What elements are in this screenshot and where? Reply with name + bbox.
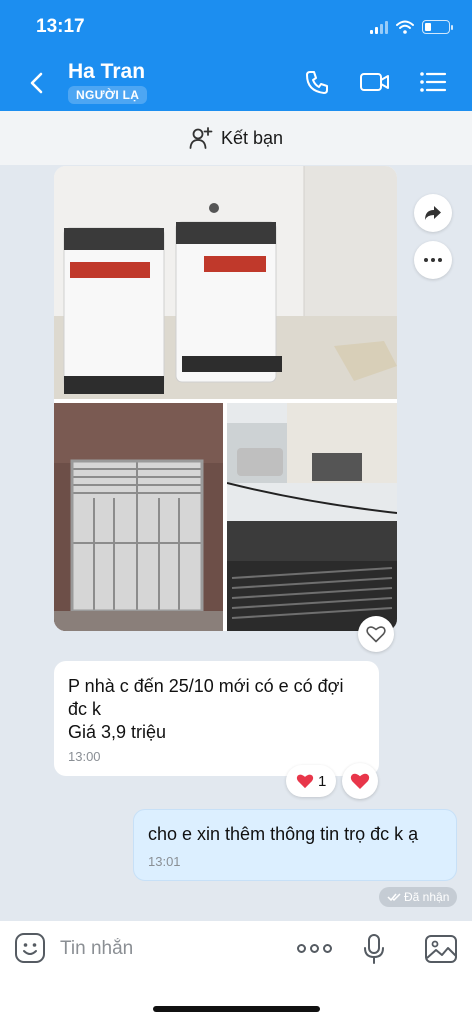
- forward-arrow-icon: [425, 206, 441, 220]
- more-dots-icon: [424, 258, 442, 262]
- image-gallery-icon[interactable]: [424, 934, 458, 964]
- cellular-signal-icon: [370, 20, 388, 34]
- add-friend-label: Kết bạn: [220, 127, 284, 148]
- double-check-icon: [387, 893, 401, 902]
- status-icons: [370, 20, 453, 34]
- add-friend-bar[interactable]: Kết bạn: [0, 111, 472, 165]
- message-text: cho e xin thêm thông tin trọ đc k ạ: [148, 824, 419, 844]
- reaction-count: 1: [318, 772, 327, 790]
- heart-outline-icon: [366, 626, 386, 643]
- home-indicator: [153, 1006, 320, 1012]
- image-gallery-message: [54, 166, 397, 631]
- add-friend-icon: [189, 127, 213, 149]
- outgoing-message[interactable]: cho e xin thêm thông tin trọ đc k ạ 13:0…: [133, 809, 457, 881]
- photo-gate[interactable]: [54, 403, 223, 631]
- heart-icon: [350, 773, 370, 789]
- message-composer: [0, 921, 472, 1022]
- status-time: 13:17: [36, 16, 85, 37]
- delivery-status-text: Đã nhận: [404, 890, 450, 904]
- back-icon[interactable]: [24, 70, 50, 96]
- message-text: P nhà c đến 25/10 mới có e có đợi đc k G…: [68, 676, 344, 742]
- wifi-icon: [396, 20, 414, 34]
- chat-header: 13:17 Ha Tran NGƯỜI LẠ: [0, 0, 472, 111]
- share-button[interactable]: [414, 194, 452, 232]
- video-icon: [360, 73, 389, 91]
- phone-icon: [306, 71, 328, 94]
- video-call-button[interactable]: [358, 67, 392, 97]
- react-heart-button[interactable]: [342, 763, 378, 799]
- reaction-summary[interactable]: 1: [286, 765, 337, 797]
- sticker-emoji-icon[interactable]: [13, 931, 47, 965]
- contact-name[interactable]: Ha Tran: [68, 60, 145, 84]
- photo-building[interactable]: [227, 403, 397, 631]
- menu-list-icon: [420, 72, 447, 92]
- delivery-status-badge: Đã nhận: [379, 887, 458, 907]
- more-options-button[interactable]: [414, 241, 452, 279]
- react-heart-button[interactable]: [358, 616, 394, 652]
- more-actions-button[interactable]: [294, 935, 334, 961]
- message-input[interactable]: [60, 936, 260, 962]
- message-time: 13:01: [148, 854, 181, 869]
- chat-menu-button[interactable]: [416, 67, 450, 97]
- stranger-badge: NGƯỜI LẠ: [68, 86, 148, 104]
- heart-icon: [296, 774, 314, 789]
- incoming-message[interactable]: P nhà c đến 25/10 mới có e có đợi đc k G…: [54, 661, 379, 776]
- photo-washing-machines[interactable]: [54, 166, 397, 399]
- voice-call-button[interactable]: [300, 67, 334, 97]
- message-time: 13:00: [68, 749, 101, 764]
- battery-icon: [422, 20, 453, 34]
- microphone-icon[interactable]: [360, 933, 388, 965]
